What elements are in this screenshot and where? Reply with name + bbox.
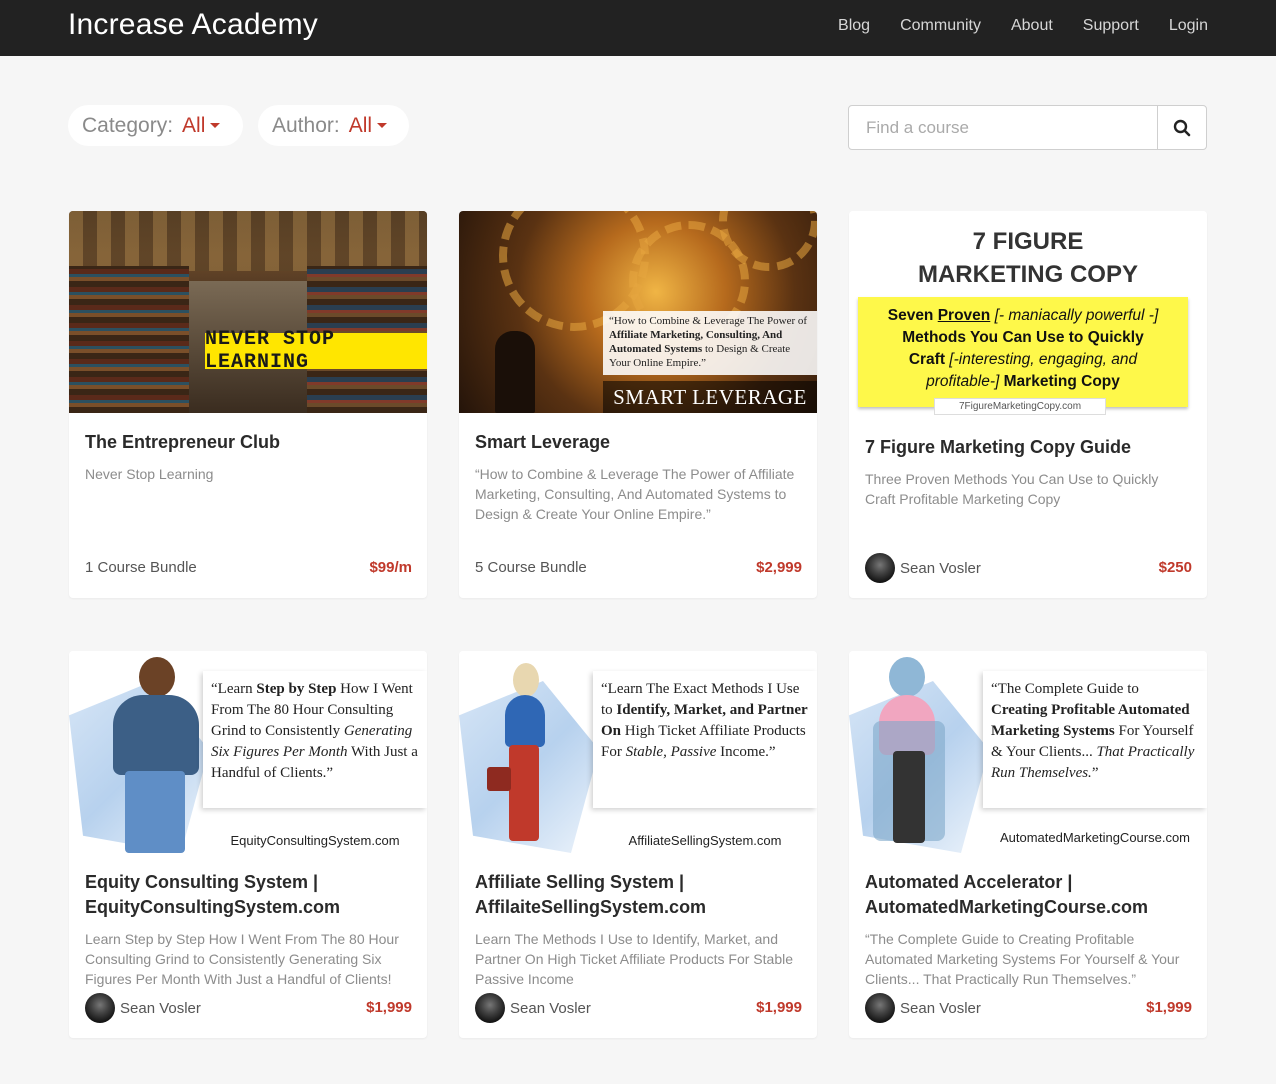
course-thumbnail[interactable]: NEVER STOP LEARNING bbox=[69, 211, 427, 413]
nav-about[interactable]: About bbox=[1011, 17, 1053, 35]
thumbnail-url: AutomatedMarketingCourse.com bbox=[999, 830, 1191, 845]
course-title[interactable]: Equity Consulting System | EquityConsulti… bbox=[85, 870, 411, 920]
course-card-7-figure-marketing-copy[interactable]: 7 FIGURE MARKETING COPY Seven Proven [- m… bbox=[849, 211, 1207, 598]
course-price: $250 bbox=[1158, 559, 1192, 576]
category-filter[interactable]: Category: All bbox=[68, 105, 243, 146]
course-thumbnail[interactable]: “The Complete Guide to Creating Profitab… bbox=[849, 651, 1207, 853]
category-filter-value[interactable]: All bbox=[182, 114, 205, 138]
course-price: $1,999 bbox=[1146, 999, 1192, 1016]
person-illustration-jeans bbox=[125, 771, 185, 853]
chevron-down-icon[interactable] bbox=[377, 123, 388, 128]
course-thumbnail[interactable]: 7 FIGURE MARKETING COPY Seven Proven [- m… bbox=[849, 211, 1207, 419]
course-author: Sean Vosler bbox=[85, 993, 201, 1023]
search-input[interactable] bbox=[849, 106, 1157, 149]
thumbnail-quote: “How to Combine & Leverage The Power of … bbox=[603, 311, 817, 375]
thumbnail-banner: SMART LEVERAGE bbox=[603, 381, 817, 413]
ceiling-decoration bbox=[69, 211, 427, 271]
course-card-automated-accelerator[interactable]: “The Complete Guide to Creating Profitab… bbox=[849, 651, 1207, 1038]
course-search bbox=[848, 105, 1207, 150]
person-illustration-shirt bbox=[505, 695, 545, 747]
course-bundle-count: 1 Course Bundle bbox=[85, 559, 197, 576]
avatar bbox=[865, 553, 895, 583]
author-name: Sean Vosler bbox=[900, 559, 981, 577]
search-button[interactable] bbox=[1157, 106, 1206, 149]
author-name: Sean Vosler bbox=[120, 999, 201, 1017]
course-author: Sean Vosler bbox=[865, 553, 981, 583]
course-price: $1,999 bbox=[366, 999, 412, 1016]
course-author: Sean Vosler bbox=[865, 993, 981, 1023]
course-description: “How to Combine & Leverage The Power of … bbox=[475, 466, 795, 522]
course-card-smart-leverage[interactable]: “How to Combine & Leverage The Power of … bbox=[459, 211, 817, 598]
course-title[interactable]: Smart Leverage bbox=[475, 430, 801, 455]
thumbnail-highlight-box: Seven Proven [- maniacally powerful -] M… bbox=[858, 297, 1188, 407]
thumbnail-url: AffiliateSellingSystem.com bbox=[628, 833, 782, 848]
thumbnail-heading: 7 FIGURE MARKETING COPY bbox=[917, 228, 1138, 288]
nav-links: Blog Community About Support Login bbox=[838, 17, 1208, 35]
course-description: Learn The Methods I Use to Identify, Mar… bbox=[475, 931, 794, 987]
author-name: Sean Vosler bbox=[510, 999, 591, 1017]
author-filter-value[interactable]: All bbox=[349, 114, 372, 138]
nav-community[interactable]: Community bbox=[900, 17, 981, 35]
course-description: Three Proven Methods You Can Use to Quic… bbox=[865, 471, 1159, 507]
course-thumbnail[interactable]: “How to Combine & Leverage The Power of … bbox=[459, 211, 817, 413]
course-thumbnail[interactable]: “Learn Step by Step How I Went From The … bbox=[69, 651, 427, 853]
bookshelf-left bbox=[69, 266, 189, 413]
thumbnail-banner: NEVER STOP LEARNING bbox=[205, 328, 427, 374]
person-illustration-pants bbox=[893, 751, 925, 843]
brand-logo[interactable]: Increase Academy bbox=[68, 8, 318, 42]
thumbnail-url: 7FigureMarketingCopy.com bbox=[934, 398, 1106, 415]
chevron-down-icon[interactable] bbox=[210, 123, 221, 128]
person-illustration-head bbox=[139, 657, 175, 697]
avatar bbox=[865, 993, 895, 1023]
author-filter-label: Author: bbox=[272, 113, 340, 137]
course-title[interactable]: 7 Figure Marketing Copy Guide bbox=[865, 435, 1191, 460]
person-illustration-jacket bbox=[113, 695, 199, 775]
course-price: $1,999 bbox=[756, 999, 802, 1016]
handbag-illustration bbox=[487, 767, 511, 791]
thumbnail-url: EquityConsultingSystem.com bbox=[230, 833, 400, 848]
thumbnail-quote: “Learn Step by Step How I Went From The … bbox=[203, 671, 427, 808]
course-description: Never Stop Learning bbox=[85, 466, 214, 482]
thumbnail-quote: “Learn The Exact Methods I Use to Identi… bbox=[593, 671, 817, 808]
person-illustration-head bbox=[889, 657, 925, 697]
avatar bbox=[85, 993, 115, 1023]
course-price: $99/m bbox=[369, 559, 412, 576]
nav-blog[interactable]: Blog bbox=[838, 17, 870, 35]
person-illustration-pants bbox=[509, 745, 539, 841]
course-card-entrepreneur-club[interactable]: NEVER STOP LEARNING The Entrepreneur Clu… bbox=[69, 211, 427, 598]
course-price: $2,999 bbox=[756, 559, 802, 576]
course-author: Sean Vosler bbox=[475, 993, 591, 1023]
nav-login[interactable]: Login bbox=[1169, 17, 1208, 35]
course-title[interactable]: The Entrepreneur Club bbox=[85, 430, 411, 455]
course-title[interactable]: Automated Accelerator | AutomatedMarketin… bbox=[865, 870, 1191, 920]
author-filter[interactable]: Author: All bbox=[258, 105, 409, 146]
course-card-affiliate-selling[interactable]: “Learn The Exact Methods I Use to Identi… bbox=[459, 651, 817, 1038]
course-bundle-count: 5 Course Bundle bbox=[475, 559, 587, 576]
course-description: “The Complete Guide to Creating Profitab… bbox=[865, 931, 1180, 987]
course-card-equity-consulting[interactable]: “Learn Step by Step How I Went From The … bbox=[69, 651, 427, 1038]
search-icon bbox=[1173, 119, 1191, 136]
top-navbar: Increase Academy Blog Community About Su… bbox=[0, 0, 1276, 56]
category-filter-label: Category: bbox=[82, 113, 174, 137]
course-thumbnail[interactable]: “Learn The Exact Methods I Use to Identi… bbox=[459, 651, 817, 853]
nav-support[interactable]: Support bbox=[1083, 17, 1139, 35]
course-description: Learn Step by Step How I Went From The 8… bbox=[85, 931, 399, 987]
thumbnail-quote: “The Complete Guide to Creating Profitab… bbox=[983, 671, 1207, 808]
person-silhouette bbox=[495, 331, 535, 413]
person-illustration-head bbox=[513, 663, 539, 697]
author-name: Sean Vosler bbox=[900, 999, 981, 1017]
course-title[interactable]: Affiliate Selling System | AffilaiteSelli… bbox=[475, 870, 801, 920]
avatar bbox=[475, 993, 505, 1023]
